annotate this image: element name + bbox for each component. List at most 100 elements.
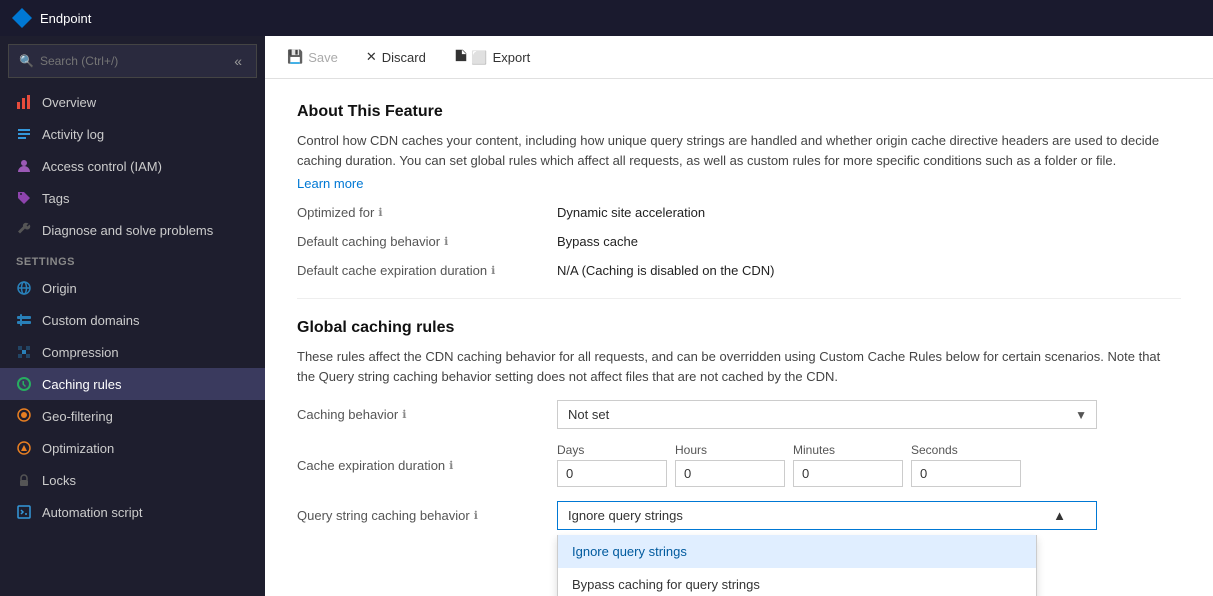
sidebar: 🔍 « Overview Activity log Access control…: [0, 36, 265, 596]
sidebar-item-origin[interactable]: Origin: [0, 272, 265, 304]
days-label: Days: [557, 443, 667, 457]
learn-more-link[interactable]: Learn more: [297, 176, 363, 191]
global-caching-description: These rules affect the CDN caching behav…: [297, 347, 1181, 386]
sidebar-item-label: Optimization: [42, 441, 114, 456]
chart-icon: [16, 94, 32, 110]
caching-behavior-select[interactable]: Not set Bypass cache Override Set if mis…: [557, 400, 1097, 429]
sidebar-item-label: Custom domains: [42, 313, 140, 328]
export-button[interactable]: ⬜ Export: [448, 44, 536, 70]
top-bar: Endpoint: [0, 0, 1213, 36]
default-expiration-value: N/A (Caching is disabled on the CDN): [557, 263, 775, 278]
seconds-label: Seconds: [911, 443, 1021, 457]
dropdown-item-ignore[interactable]: Ignore query strings: [558, 535, 1036, 568]
sidebar-item-label: Access control (IAM): [42, 159, 162, 174]
cache-expiration-info-icon[interactable]: ℹ: [449, 459, 453, 472]
globe-icon: [16, 280, 32, 296]
default-caching-value: Bypass cache: [557, 234, 638, 249]
query-string-info-icon[interactable]: ℹ: [474, 509, 478, 522]
optimization-icon: [16, 440, 32, 456]
sidebar-item-access-control[interactable]: Access control (IAM): [0, 150, 265, 182]
search-box[interactable]: 🔍 «: [8, 44, 257, 78]
minutes-field: Minutes: [793, 443, 903, 487]
caching-behavior-info-icon[interactable]: ℹ: [402, 408, 406, 421]
settings-section-label: SETTINGS: [0, 246, 265, 272]
days-input[interactable]: [557, 460, 667, 487]
default-caching-label: Default caching behavior ℹ: [297, 234, 557, 249]
query-string-select-box[interactable]: Ignore query strings ▲: [557, 501, 1097, 530]
main-content: 💾 Save ✕ Discard ⬜ Export About This Fea…: [265, 36, 1213, 596]
sidebar-item-activity-log[interactable]: Activity log: [0, 118, 265, 150]
wrench-icon: [16, 222, 32, 238]
seconds-input[interactable]: [911, 460, 1021, 487]
sidebar-item-diagnose[interactable]: Diagnose and solve problems: [0, 214, 265, 246]
sidebar-item-automation-script[interactable]: Automation script: [0, 496, 265, 528]
global-caching-section: Global caching rules These rules affect …: [297, 319, 1181, 386]
default-caching-row: Default caching behavior ℹ Bypass cache: [297, 234, 1181, 249]
sidebar-item-label: Locks: [42, 473, 76, 488]
sidebar-item-label: Geo-filtering: [42, 409, 113, 424]
search-input[interactable]: [40, 54, 224, 68]
caching-behavior-control: Not set Bypass cache Override Set if mis…: [557, 400, 1097, 429]
caching-behavior-select-wrapper: Not set Bypass cache Override Set if mis…: [557, 400, 1097, 429]
collapse-button[interactable]: «: [230, 51, 246, 71]
tag-icon: [16, 190, 32, 206]
search-icon: 🔍: [19, 54, 34, 68]
optimized-for-label: Optimized for ℹ: [297, 205, 557, 220]
sidebar-item-label: Caching rules: [42, 377, 122, 392]
sidebar-item-overview[interactable]: Overview: [0, 86, 265, 118]
compress-icon: [16, 344, 32, 360]
default-caching-info-icon[interactable]: ℹ: [444, 235, 448, 248]
global-caching-title: Global caching rules: [297, 319, 1181, 337]
optimized-for-info-icon[interactable]: ℹ: [378, 206, 382, 219]
script-icon: [16, 504, 32, 520]
sidebar-item-caching-rules[interactable]: Caching rules: [0, 368, 265, 400]
caching-behavior-label: Caching behavior ℹ: [297, 407, 557, 422]
export-icon: ⬜: [454, 48, 488, 66]
minutes-input[interactable]: [793, 460, 903, 487]
caching-behavior-row: Caching behavior ℹ Not set Bypass cache …: [297, 400, 1181, 429]
list-icon: [16, 126, 32, 142]
sidebar-item-tags[interactable]: Tags: [0, 182, 265, 214]
hours-label: Hours: [675, 443, 785, 457]
caching-icon: [16, 376, 32, 392]
geo-icon: [16, 408, 32, 424]
sidebar-item-label: Compression: [42, 345, 119, 360]
save-button[interactable]: 💾 Save: [281, 45, 344, 69]
sidebar-item-label: Activity log: [42, 127, 104, 142]
save-icon: 💾: [287, 49, 303, 65]
chevron-up-icon: ▲: [1053, 508, 1066, 523]
hours-input[interactable]: [675, 460, 785, 487]
sidebar-item-label: Automation script: [42, 505, 142, 520]
person-icon: [16, 158, 32, 174]
hours-field: Hours: [675, 443, 785, 487]
query-string-row: Query string caching behavior ℹ Ignore q…: [297, 501, 1181, 530]
divider-1: [297, 298, 1181, 299]
about-section: About This Feature Control how CDN cache…: [297, 103, 1181, 191]
sidebar-item-geo-filtering[interactable]: Geo-filtering: [0, 400, 265, 432]
domain-icon: [16, 312, 32, 328]
discard-button[interactable]: ✕ Discard: [360, 45, 432, 69]
main-layout: 🔍 « Overview Activity log Access control…: [0, 36, 1213, 596]
cache-expiration-label: Cache expiration duration ℹ: [297, 458, 557, 473]
sidebar-item-custom-domains[interactable]: Custom domains: [0, 304, 265, 336]
sidebar-item-label: Tags: [42, 191, 69, 206]
app-title: Endpoint: [40, 11, 91, 26]
content-area: About This Feature Control how CDN cache…: [265, 79, 1213, 596]
query-string-control: Ignore query strings ▲ Ignore query stri…: [557, 501, 1097, 530]
toolbar: 💾 Save ✕ Discard ⬜ Export: [265, 36, 1213, 79]
sidebar-item-locks[interactable]: Locks: [0, 464, 265, 496]
dropdown-item-bypass[interactable]: Bypass caching for query strings: [558, 568, 1036, 596]
lock-icon: [16, 472, 32, 488]
sidebar-item-compression[interactable]: Compression: [0, 336, 265, 368]
query-string-dropdown: Ignore query strings Bypass caching for …: [557, 535, 1037, 596]
sidebar-item-optimization[interactable]: Optimization: [0, 432, 265, 464]
app-logo: [12, 8, 32, 28]
minutes-label: Minutes: [793, 443, 903, 457]
default-expiration-info-icon[interactable]: ℹ: [491, 264, 495, 277]
query-string-selected-value: Ignore query strings: [568, 508, 683, 523]
duration-inputs: Days Hours Minutes Seconds: [557, 443, 1021, 487]
about-description: Control how CDN caches your content, inc…: [297, 131, 1181, 170]
sidebar-item-label: Diagnose and solve problems: [42, 223, 213, 238]
sidebar-item-label: Origin: [42, 281, 77, 296]
query-string-label: Query string caching behavior ℹ: [297, 508, 557, 523]
